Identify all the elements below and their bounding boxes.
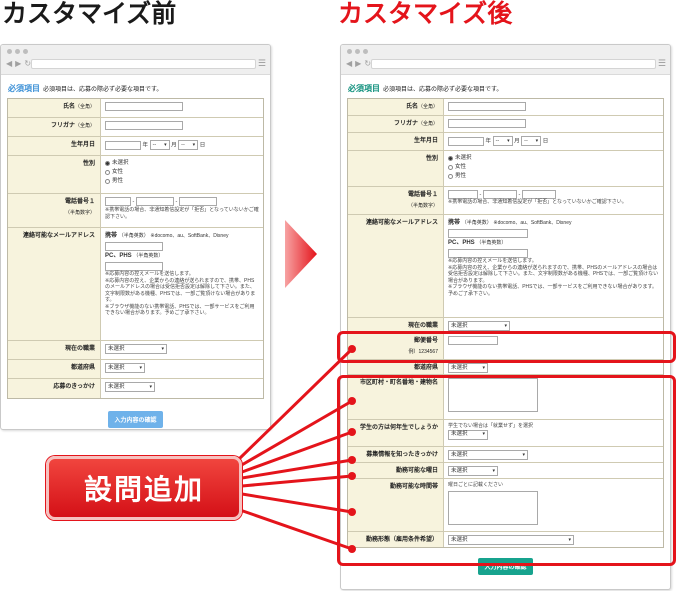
kana-input[interactable] <box>448 119 526 128</box>
name-label: 氏名 <box>405 104 418 110</box>
gender-radio-male[interactable]: 男性 <box>448 172 659 181</box>
back-arrow-icon[interactable]: ◀ <box>346 59 352 69</box>
reload-icon[interactable]: ↻ <box>24 59 31 69</box>
mail-note: ※ブラウザ機能のない携帯電話、PHSでは、一部サービスをご利用できない場合があり… <box>105 303 255 317</box>
gender-radio-male[interactable]: 男性 <box>105 177 259 186</box>
gender-radio-unselected[interactable]: 未選択 <box>448 154 659 163</box>
birthdate-label: 生年月日 <box>413 138 438 144</box>
phone-input-1[interactable] <box>448 190 478 199</box>
window-dot-icon <box>347 49 352 54</box>
phone-note: ※携帯電話の場合、非通知着信設定が「拒否」となっていないかご確認下さい。 <box>448 199 627 205</box>
job-select[interactable]: 未選択 ▾ <box>105 344 167 354</box>
name-input[interactable] <box>448 102 526 111</box>
window-dot-icon <box>7 49 12 54</box>
prefecture-select[interactable]: 未選択 ▾ <box>448 363 488 373</box>
gender-label: 性別 <box>425 156 438 162</box>
prefecture-label: 都道府県 <box>70 365 95 371</box>
reload-icon[interactable]: ↻ <box>364 59 371 69</box>
kana-label: フリガナ <box>50 123 75 129</box>
added-questions-badge: 設問追加 <box>46 456 242 520</box>
name-input[interactable] <box>105 102 183 111</box>
back-arrow-icon[interactable]: ◀ <box>6 59 12 69</box>
birthdate-label: 生年月日 <box>70 142 95 148</box>
confirm-button[interactable]: 入力内容の確認 <box>108 411 163 428</box>
phone-input-1[interactable] <box>105 197 131 206</box>
hamburger-menu-icon[interactable]: ☰ <box>658 58 666 68</box>
trigger-label: 応募のきっかけ <box>53 384 95 390</box>
pc-email-input[interactable] <box>105 262 163 271</box>
mail-label: 連絡可能なメールアドレス <box>22 233 95 239</box>
phone-label: 電話番号１ <box>64 199 95 205</box>
address-bar[interactable] <box>31 59 256 69</box>
job-select[interactable]: 未選択 ▾ <box>448 321 510 331</box>
birth-year-input[interactable] <box>448 136 484 146</box>
hamburger-menu-icon[interactable]: ☰ <box>258 58 266 68</box>
window-dot-icon <box>355 49 360 54</box>
required-note: 必須項目は、応募の際必ず必要な項目です。 <box>383 87 503 93</box>
before-heading: カスタマイズ前 <box>2 0 177 28</box>
mail-note: ※ブラウザ機能のない携帯電話、PHSでは、一部サービスをご利用できない場合があり… <box>448 284 657 297</box>
prefecture-select[interactable]: 未選択 ▾ <box>105 363 145 373</box>
gender-radio-female[interactable]: 女性 <box>105 168 259 177</box>
gender-radio-unselected[interactable]: 未選択 <box>105 159 259 168</box>
kana-label: フリガナ <box>393 121 418 127</box>
address-bar[interactable] <box>371 59 656 69</box>
phone-input-3[interactable] <box>178 197 217 206</box>
added-question-highlight-zip <box>337 331 676 363</box>
after-heading: カスタマイズ後 <box>338 0 513 28</box>
mobile-email-input[interactable] <box>448 229 528 238</box>
application-form: 氏名（全角） フリガナ（全角） 生年月日 年 -- ▾ 月 -- ▾ 日 性別 未選… <box>7 98 264 399</box>
phone-input-2[interactable] <box>482 190 517 199</box>
required-note: 必須項目は、応募の際必ず必要な項目です。 <box>43 87 163 93</box>
name-label: 氏名 <box>62 104 75 110</box>
comparison-figure: カスタマイズ前 カスタマイズ後 ◀ ▶ ↻ ☰ 必須項目 必須項目は、応募の際必ず必要… <box>0 0 676 591</box>
browser-chrome: ◀ ▶ ↻ ☰ <box>1 45 270 75</box>
forward-arrow-icon[interactable]: ▶ <box>355 59 361 69</box>
mail-note: ※応募内容の控え、企業からの連絡が送られますので、携帯、PHSのメールアドレスの… <box>105 277 256 304</box>
required-section-label: 必須項目 <box>348 84 380 93</box>
kana-input[interactable] <box>105 121 183 130</box>
required-section-label: 必須項目 <box>8 84 40 93</box>
job-label: 現在の職業 <box>407 323 438 329</box>
birth-month-select[interactable]: -- ▾ <box>492 136 513 146</box>
birth-day-select[interactable]: -- ▾ <box>178 140 199 150</box>
phone-note: ※携帯電話の場合、非通知着信設定が「拒否」となっていないかご確認下さい。 <box>105 207 259 220</box>
job-label: 現在の職業 <box>64 346 95 352</box>
birth-month-select[interactable]: -- ▾ <box>149 140 170 150</box>
forward-arrow-icon[interactable]: ▶ <box>15 59 21 69</box>
browser-chrome: ◀ ▶ ↻ ☰ <box>341 45 670 75</box>
right-arrow-icon <box>285 220 317 288</box>
birth-day-select[interactable]: -- ▾ <box>521 136 542 146</box>
gender-label: 性別 <box>82 161 95 167</box>
birth-year-input[interactable] <box>105 140 141 150</box>
before-browser-window: ◀ ▶ ↻ ☰ 必須項目 必須項目は、応募の際必ず必要な項目です。 氏名（全角） フリ… <box>0 44 271 430</box>
window-dot-icon <box>363 49 368 54</box>
mail-label: 連絡可能なメールアドレス <box>365 220 438 226</box>
phone-input-3[interactable] <box>521 190 556 199</box>
phone-input-2[interactable] <box>135 197 174 206</box>
window-dot-icon <box>15 49 20 54</box>
window-dot-icon <box>23 49 28 54</box>
mobile-email-input[interactable] <box>105 242 163 251</box>
gender-radio-female[interactable]: 女性 <box>448 163 659 172</box>
pc-email-input[interactable] <box>448 249 528 258</box>
trigger-select[interactable]: 未選択 ▾ <box>105 382 155 392</box>
phone-label: 電話番号１ <box>407 192 438 198</box>
mail-note: ※応募内容の控え、企業からの連絡が送られますので、携帯、PHSのメールアドレスの… <box>448 264 659 284</box>
added-question-highlight-block <box>337 375 676 566</box>
